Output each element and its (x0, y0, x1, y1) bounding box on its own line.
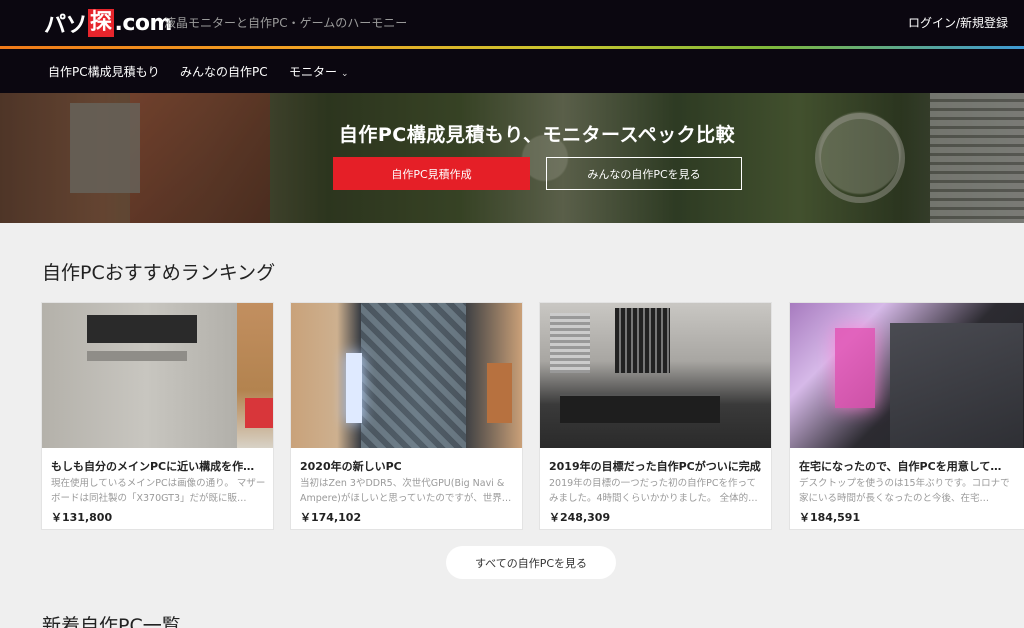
ranking-card[interactable]: 2019年の目標だった自作PCがついに完成 2019年の目標の一つだった初の自作… (539, 302, 772, 530)
pc-photo-cpu-cooler (615, 308, 670, 373)
card-title: 2020年の新しいPC (300, 460, 402, 473)
hero-title: 自作PC構成見積もり、モニタースペック比較 (338, 124, 736, 146)
ranking-card[interactable]: もしも自分のメインPCに近い構成を作… 現在使用しているメインPCは画像の通り。… (41, 302, 274, 530)
pc-photo-drive-bay-2 (87, 351, 187, 361)
view-all-pcs-button[interactable]: すべての自作PCを見る (446, 546, 616, 579)
pc-photo-gpu (560, 393, 720, 423)
logo-box: 探 (88, 9, 114, 37)
pc-photo (291, 303, 522, 448)
site-logo[interactable]: パソ探 .com (44, 8, 172, 38)
pc-photo (540, 303, 771, 448)
pc-photo-drive-bay (87, 315, 197, 343)
pc-photo (790, 303, 1024, 448)
card-price: ￥174,102 (300, 511, 362, 524)
logo-text-part1: パソ (44, 13, 88, 38)
card-title: もしも自分のメインPCに近い構成を作… (51, 460, 255, 473)
nav-item-monitor-label: モニター (289, 65, 338, 79)
pc-photo-radiator (550, 313, 590, 373)
pc-photo-accent (245, 398, 273, 428)
card-description: 2019年の目標の一つだった初の自作PCを作ってみました。4時間くらいかかりまし… (549, 478, 758, 504)
ranking-card[interactable]: 在宅になったので、自作PCを用意して… デスクトップを使うのは15年ぶりです。コ… (789, 302, 1024, 530)
main-nav: 自作PC構成見積もり みんなの自作PC モニター ⌄ (0, 49, 1024, 93)
pc-photo-led (346, 353, 362, 423)
card-title: 在宅になったので、自作PCを用意して… (799, 460, 1002, 473)
ranking-section-title: 自作PCおすすめランキング (42, 262, 276, 284)
pc-photo-mesh-panel (361, 303, 466, 448)
ranking-card[interactable]: 2020年の新しいPC 当初はZen 3やDDR5、次世代GPU(Big Nav… (290, 302, 523, 530)
card-price: ￥184,591 (799, 511, 861, 524)
pc-photo-rgb-glow (835, 328, 875, 408)
nav-item-monitor[interactable]: モニター ⌄ (289, 63, 349, 80)
login-register-link[interactable]: ログイン/新規登録 (908, 14, 1008, 31)
card-description: 現在使用しているメインPCは画像の通り。 マザーボードは同社製の「X370GT3… (51, 478, 266, 504)
pc-photo-case-panel (890, 323, 1023, 448)
card-title: 2019年の目標だった自作PCがついに完成 (549, 460, 761, 473)
top-header: パソ探 .com 液晶モニターと自作PC・ゲームのハーモニー ログイン/新規登録 (0, 0, 1024, 46)
card-price: ￥131,800 (51, 511, 113, 524)
create-estimate-button[interactable]: 自作PC見積作成 (333, 157, 530, 190)
nav-item-estimate[interactable]: 自作PC構成見積もり (48, 63, 160, 80)
new-pcs-section-title: 新着自作PC一覧 (42, 615, 181, 628)
pc-photo-speaker (487, 363, 512, 423)
card-price: ￥248,309 (549, 511, 611, 524)
card-description: 当初はZen 3やDDR5、次世代GPU(Big Navi & Ampere)が… (300, 478, 512, 504)
card-description: デスクトップを使うのは15年ぶりです。コロナで家にいる時間が長くなったのと今後、… (799, 478, 1010, 504)
chevron-down-icon: ⌄ (341, 69, 349, 79)
pc-photo (42, 303, 273, 448)
nav-item-community-pcs[interactable]: みんなの自作PC (180, 63, 268, 80)
site-tagline: 液晶モニターと自作PC・ゲームのハーモニー (164, 16, 408, 30)
view-community-pcs-button[interactable]: みんなの自作PCを見る (546, 157, 742, 190)
hero-banner: 自作PC構成見積もり、モニタースペック比較 自作PC見積作成 みんなの自作PCを… (0, 93, 1024, 223)
